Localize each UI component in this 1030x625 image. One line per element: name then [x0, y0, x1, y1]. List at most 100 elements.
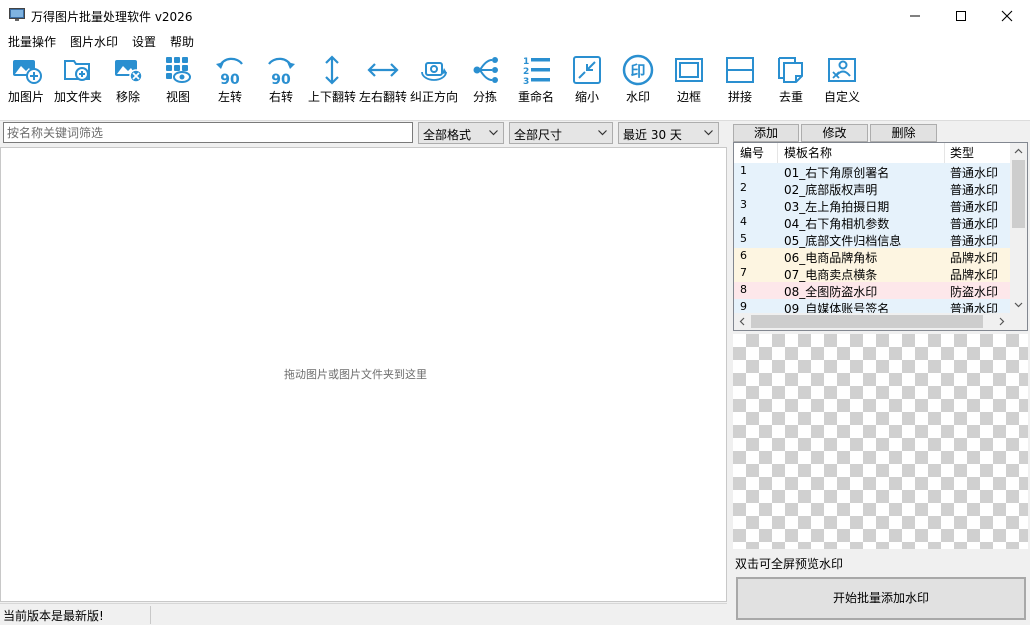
border-button[interactable]: 边框: [673, 54, 705, 108]
template-list[interactable]: 编号 模板名称 类型 1 01_右下角原创署名 普通水印 2 02_底部版权声明 普通水印…: [733, 142, 1028, 331]
column-type[interactable]: 类型: [950, 144, 974, 161]
correct-orientation-icon: [421, 62, 447, 81]
scroll-right-icon[interactable]: [997, 317, 1006, 326]
window-title: 万得图片批量处理软件 v2026: [31, 10, 193, 24]
chevron-down-icon: [598, 130, 607, 136]
correct-orientation-button[interactable]: 纠正方向: [409, 54, 459, 108]
add-folder-icon: [64, 60, 90, 81]
minimize-icon: [910, 15, 920, 16]
template-name: 05_底部文件归档信息: [784, 234, 902, 248]
add-template-button[interactable]: 添加: [733, 124, 799, 142]
rotate-left-icon: 90: [216, 57, 243, 86]
svg-text:印: 印: [630, 62, 645, 80]
format-select[interactable]: 全部格式: [418, 122, 504, 144]
menu-bar: 批量操作 图片水印 设置 帮助: [0, 31, 1030, 51]
size-select[interactable]: 全部尺寸: [509, 122, 613, 144]
add-image-button[interactable]: 加图片: [6, 54, 46, 108]
table-row[interactable]: 5 05_底部文件归档信息 普通水印: [734, 231, 1010, 248]
svg-text:1: 1: [523, 57, 529, 67]
scroll-left-icon[interactable]: [738, 317, 747, 326]
template-name: 01_右下角原创署名: [784, 166, 890, 180]
date-select[interactable]: 最近 30 天: [618, 122, 719, 144]
horizontal-scrollbar[interactable]: [734, 313, 1010, 330]
remove-image-button[interactable]: 移除: [112, 54, 144, 108]
maximize-button[interactable]: [938, 0, 984, 31]
edit-template-button[interactable]: 修改: [801, 124, 868, 142]
menu-settings[interactable]: 设置: [132, 33, 156, 50]
rotate-right-button[interactable]: 90 右转: [264, 54, 298, 108]
template-type: 普通水印: [950, 183, 999, 197]
flip-vertical-button[interactable]: 上下翻转: [307, 54, 357, 108]
watermark-preview[interactable]: [733, 334, 1028, 549]
start-batch-watermark-button[interactable]: 开始批量添加水印: [736, 577, 1026, 620]
watermark-icon: 印: [622, 54, 654, 86]
svg-text:3: 3: [523, 77, 529, 86]
template-type: 普通水印: [950, 166, 999, 180]
scroll-up-icon[interactable]: [1014, 147, 1023, 156]
toolbar: 加图片 加文件夹 移除 视图 90 左转 90 右转 上下翻转 左右翻转 纠正方…: [0, 51, 1030, 121]
flip-horizontal-icon: [367, 63, 399, 77]
close-icon: [1001, 10, 1013, 21]
flip-vertical-icon: [325, 55, 339, 85]
minimize-button[interactable]: [892, 0, 938, 31]
rotate-left-button[interactable]: 90 左转: [213, 54, 247, 108]
scrollbar-corner: [1010, 313, 1027, 330]
template-name: 03_左上角拍摄日期: [784, 200, 890, 214]
template-name: 06_电商品牌角标: [784, 251, 878, 265]
add-image-icon: [13, 60, 42, 84]
menu-batch[interactable]: 批量操作: [8, 33, 56, 50]
shrink-icon: [573, 56, 601, 84]
delete-template-button[interactable]: 删除: [870, 124, 937, 142]
sort-button[interactable]: 分拣: [470, 54, 500, 108]
close-button[interactable]: [984, 0, 1030, 31]
template-type: 普通水印: [950, 234, 999, 248]
vertical-scrollbar[interactable]: [1010, 143, 1027, 313]
table-row[interactable]: 2 02_底部版权声明 普通水印: [734, 180, 1010, 197]
template-id: 2: [740, 181, 747, 194]
custom-button[interactable]: 自定义: [822, 54, 862, 108]
table-row[interactable]: 4 04_右下角相机参数 普通水印: [734, 214, 1010, 231]
chevron-down-icon: [489, 130, 498, 136]
search-input[interactable]: [3, 122, 413, 143]
scroll-down-icon[interactable]: [1014, 300, 1023, 309]
template-type: 防盗水印: [950, 285, 999, 299]
template-type: 品牌水印: [950, 251, 999, 265]
column-name[interactable]: 模板名称: [784, 144, 832, 161]
drop-hint: 拖动图片或图片文件夹到这里: [284, 368, 427, 381]
table-row[interactable]: 3 03_左上角拍摄日期 普通水印: [734, 197, 1010, 214]
svg-text:90: 90: [271, 72, 291, 86]
template-name: 04_右下角相机参数: [784, 217, 890, 231]
menu-watermark[interactable]: 图片水印: [70, 33, 118, 50]
template-name: 08_全图防盗水印: [784, 285, 878, 299]
template-id: 6: [740, 249, 747, 262]
rename-icon: 1 2 3: [523, 57, 550, 86]
view-button[interactable]: 视图: [162, 54, 194, 108]
custom-icon: [828, 58, 856, 82]
vertical-scroll-thumb[interactable]: [1012, 160, 1025, 228]
add-folder-button[interactable]: 加文件夹: [52, 54, 104, 108]
watermark-button[interactable]: 印 水印: [622, 54, 654, 108]
template-id: 5: [740, 232, 747, 245]
template-name: 07_电商卖点横条: [784, 268, 878, 282]
column-id[interactable]: 编号: [740, 144, 764, 161]
chevron-down-icon: [704, 130, 713, 136]
svg-text:2: 2: [523, 67, 529, 77]
view-icon: [166, 57, 191, 83]
stitch-button[interactable]: 拼接: [724, 54, 756, 108]
rename-button[interactable]: 1 2 3 重命名: [517, 54, 555, 108]
table-row[interactable]: 8 08_全图防盗水印 防盗水印: [734, 282, 1010, 299]
shrink-button[interactable]: 缩小: [571, 54, 603, 108]
table-row[interactable]: 7 07_电商卖点横条 品牌水印: [734, 265, 1010, 282]
flip-horizontal-button[interactable]: 左右翻转: [358, 54, 408, 108]
dedupe-icon: [778, 57, 803, 83]
dedupe-button[interactable]: 去重: [775, 54, 807, 108]
rotate-right-icon: 90: [268, 57, 295, 86]
table-row[interactable]: 6 06_电商品牌角标 品牌水印: [734, 248, 1010, 265]
maximize-icon: [956, 10, 966, 21]
stitch-icon: [726, 57, 754, 83]
template-id: 4: [740, 215, 747, 228]
menu-help[interactable]: 帮助: [170, 33, 194, 50]
horizontal-scroll-thumb[interactable]: [751, 315, 983, 328]
table-row[interactable]: 1 01_右下角原创署名 普通水印: [734, 163, 1010, 180]
template-id: 7: [740, 266, 747, 279]
